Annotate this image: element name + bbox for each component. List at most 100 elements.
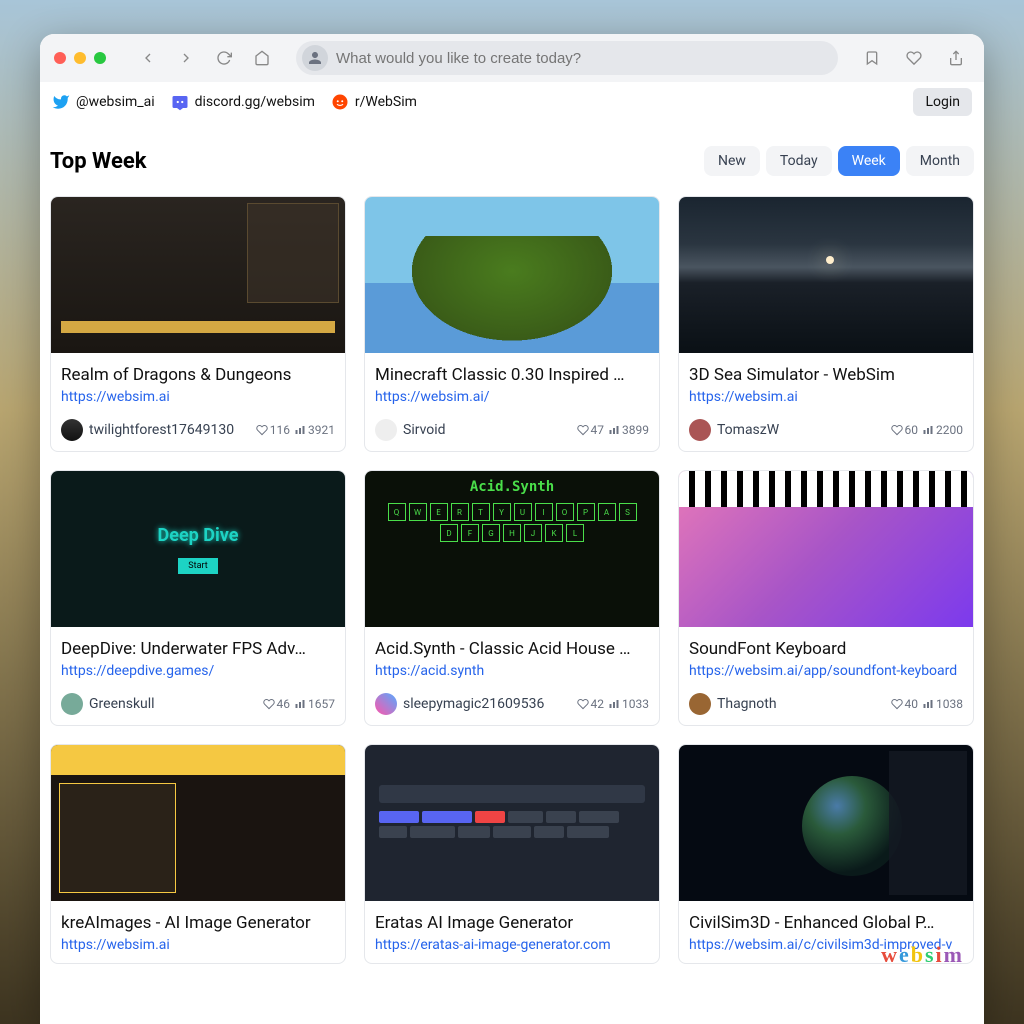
author-name: twilightforest17649130 (89, 422, 234, 438)
card-title: Acid.Synth - Classic Acid House … (375, 639, 649, 659)
card-url[interactable]: https://eratas-ai-image-generator.com (375, 937, 649, 953)
card-author[interactable]: Greenskull (61, 693, 155, 715)
card-thumbnail (51, 197, 345, 353)
card-thumbnail (679, 197, 973, 353)
author-avatar (61, 419, 83, 441)
home-button[interactable] (248, 44, 276, 72)
card-url[interactable]: https://deepdive.games/ (61, 663, 335, 679)
maximize-icon[interactable] (94, 52, 106, 64)
card-stats: 47 3899 (577, 423, 649, 437)
favorite-button[interactable] (900, 44, 928, 72)
bookmark-button[interactable] (858, 44, 886, 72)
card-url[interactable]: https://websim.ai/ (375, 389, 649, 405)
tab-month[interactable]: Month (906, 146, 974, 176)
cards-grid: Realm of Dragons & Dungeons https://webs… (50, 196, 974, 984)
card-author[interactable]: twilightforest17649130 (61, 419, 234, 441)
card-author[interactable]: Thagnoth (689, 693, 777, 715)
likes-count: 46 (277, 697, 291, 711)
card-title: Realm of Dragons & Dungeons (61, 365, 335, 385)
card-title: Minecraft Classic 0.30 Inspired … (375, 365, 649, 385)
card-stats: 42 1033 (577, 697, 649, 711)
back-button[interactable] (134, 44, 162, 72)
social-links-row: @websim_ai discord.gg/websim r/WebSim Lo… (40, 82, 984, 122)
card-thumbnail (679, 745, 973, 901)
card-url[interactable]: https://acid.synth (375, 663, 649, 679)
project-card[interactable]: Realm of Dragons & Dungeons https://webs… (50, 196, 346, 452)
author-avatar (61, 693, 83, 715)
heart-icon (891, 698, 903, 710)
watermark-logo: websim (881, 942, 964, 968)
card-title: CivilSim3D - Enhanced Global P… (689, 913, 963, 933)
views-count: 3921 (308, 423, 335, 437)
tab-week[interactable]: Week (838, 146, 900, 176)
project-card[interactable]: Deep Dive Start DeepDive: Underwater FPS… (50, 470, 346, 726)
user-avatar-icon[interactable] (302, 45, 328, 71)
author-name: sleepymagic21609536 (403, 696, 544, 712)
search-bar[interactable] (296, 41, 838, 75)
likes-count: 40 (905, 697, 919, 711)
card-title: Eratas AI Image Generator (375, 913, 649, 933)
author-name: Thagnoth (717, 696, 777, 712)
project-card[interactable]: Acid.Synth QWERTYUIOPASDFGHJKL Acid.Synt… (364, 470, 660, 726)
titlebar (40, 34, 984, 82)
views-count: 1033 (622, 697, 649, 711)
card-author[interactable]: sleepymagic21609536 (375, 693, 544, 715)
reddit-icon (331, 93, 349, 111)
card-url[interactable]: https://websim.ai (61, 937, 335, 953)
views-icon (922, 698, 934, 710)
card-url[interactable]: https://websim.ai (689, 389, 963, 405)
card-stats: 116 3921 (256, 423, 335, 437)
card-stats: 60 2200 (891, 423, 963, 437)
project-card[interactable]: Eratas AI Image Generator https://eratas… (364, 744, 660, 964)
heart-icon (263, 698, 275, 710)
author-avatar (689, 693, 711, 715)
card-title: kreAImages - AI Image Generator (61, 913, 335, 933)
project-card[interactable]: Minecraft Classic 0.30 Inspired … https:… (364, 196, 660, 452)
tab-today[interactable]: Today (766, 146, 832, 176)
likes-count: 47 (591, 423, 605, 437)
likes-count: 60 (905, 423, 919, 437)
minimize-icon[interactable] (74, 52, 86, 64)
page-title: Top Week (50, 149, 146, 174)
card-thumbnail: Acid.Synth QWERTYUIOPASDFGHJKL (365, 471, 659, 627)
author-avatar (375, 419, 397, 441)
search-input[interactable] (336, 50, 832, 67)
card-url[interactable]: https://websim.ai/app/soundfont-keyboard (689, 663, 963, 679)
card-author[interactable]: Sirvoid (375, 419, 446, 441)
heart-icon (891, 424, 903, 436)
heart-icon (577, 424, 589, 436)
card-title: 3D Sea Simulator - WebSim (689, 365, 963, 385)
twitter-icon (52, 93, 70, 111)
views-icon (922, 424, 934, 436)
reddit-link[interactable]: r/WebSim (331, 93, 417, 111)
views-icon (294, 698, 306, 710)
project-card[interactable]: SoundFont Keyboard https://websim.ai/app… (678, 470, 974, 726)
likes-count: 42 (591, 697, 605, 711)
toolbar-right (858, 44, 970, 72)
views-count: 3899 (622, 423, 649, 437)
card-thumbnail (679, 471, 973, 627)
card-url[interactable]: https://websim.ai (61, 389, 335, 405)
heart-icon (256, 424, 268, 436)
twitter-link[interactable]: @websim_ai (52, 93, 155, 111)
tab-new[interactable]: New (704, 146, 760, 176)
views-icon (608, 698, 620, 710)
project-card[interactable]: 3D Sea Simulator - WebSim https://websim… (678, 196, 974, 452)
card-thumbnail: Deep Dive Start (51, 471, 345, 627)
share-button[interactable] (942, 44, 970, 72)
card-thumbnail (365, 745, 659, 901)
author-avatar (689, 419, 711, 441)
discord-link[interactable]: discord.gg/websim (171, 93, 315, 111)
close-icon[interactable] (54, 52, 66, 64)
likes-count: 116 (270, 423, 290, 437)
app-window: @websim_ai discord.gg/websim r/WebSim Lo… (40, 34, 984, 1024)
card-author[interactable]: TomaszW (689, 419, 779, 441)
views-count: 1038 (936, 697, 963, 711)
forward-button[interactable] (172, 44, 200, 72)
project-card[interactable]: kreAImages - AI Image Generator https://… (50, 744, 346, 964)
reload-button[interactable] (210, 44, 238, 72)
login-button[interactable]: Login (913, 88, 972, 116)
project-card[interactable]: CivilSim3D - Enhanced Global P… https://… (678, 744, 974, 964)
author-name: TomaszW (717, 422, 779, 438)
main-content: Top Week New Today Week Month Realm of D… (40, 122, 984, 1024)
